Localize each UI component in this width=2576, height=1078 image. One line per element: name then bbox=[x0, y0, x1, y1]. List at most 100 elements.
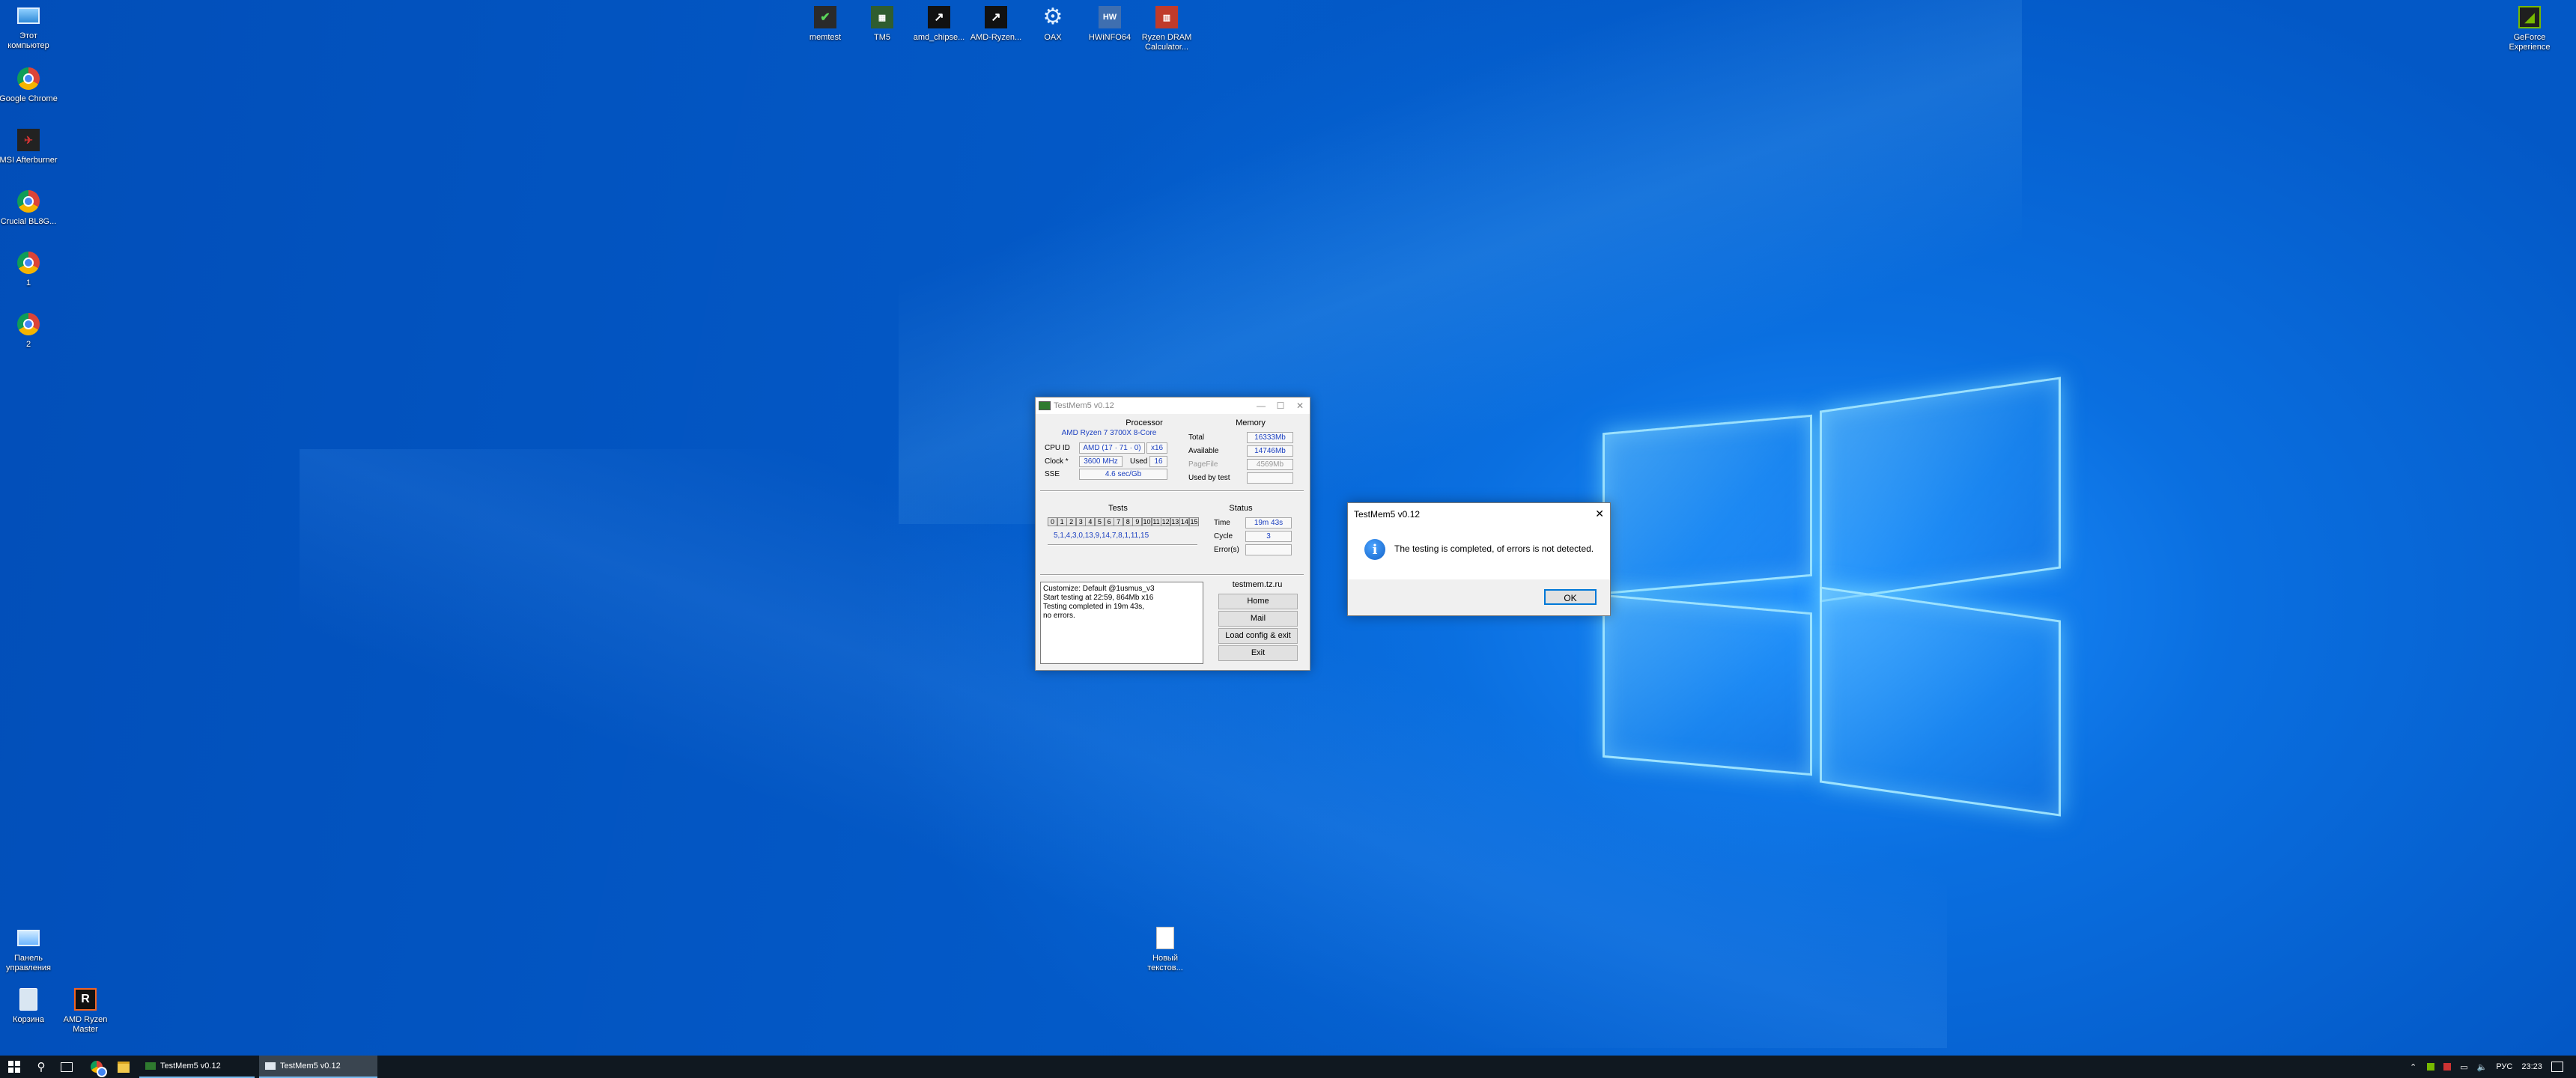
hwinfo-icon: HW bbox=[1099, 6, 1121, 28]
test-number-box: 9 bbox=[1132, 517, 1143, 526]
desktop-icon-hwinfo64[interactable]: HW HWiNFO64 bbox=[1080, 4, 1140, 43]
status-heading: Status bbox=[1229, 504, 1253, 513]
network-icon[interactable]: ▭ bbox=[2460, 1062, 2467, 1072]
desktop-icon-control-panel[interactable]: Панель управления bbox=[0, 925, 58, 973]
message-dialog[interactable]: TestMem5 v0.12 ✕ i The testing is comple… bbox=[1347, 502, 1611, 616]
task-view-icon[interactable] bbox=[54, 1056, 79, 1078]
test-sequence: 5,1,4,3,0,13,9,14,7,8,1,11,15 bbox=[1054, 532, 1149, 540]
afterburner-icon: ✈ bbox=[17, 129, 40, 151]
testmem-titlebar[interactable]: TestMem5 v0.12 — ☐ ✕ bbox=[1036, 398, 1310, 414]
desktop-background: Этот компьютер Google Chrome ✈ MSI After… bbox=[0, 0, 2576, 1056]
desktop-icon-amd-chipset[interactable]: ↗ amd_chipse... bbox=[909, 4, 969, 43]
notifications-icon[interactable] bbox=[2551, 1062, 2563, 1072]
testmem-window[interactable]: TestMem5 v0.12 — ☐ ✕ Processor AMD Ryzen… bbox=[1035, 397, 1310, 671]
test-number-box: 5 bbox=[1095, 517, 1105, 526]
test-number-box: 14 bbox=[1179, 517, 1190, 526]
exit-button[interactable]: Exit bbox=[1218, 645, 1298, 661]
test-number-box: 6 bbox=[1104, 517, 1114, 526]
start-button[interactable] bbox=[0, 1056, 28, 1078]
logo-pane bbox=[1820, 377, 2061, 603]
close-button[interactable]: ✕ bbox=[1290, 398, 1310, 414]
log-line: Start testing at 22:59, 864Mb x16 bbox=[1043, 594, 1154, 602]
chrome-icon bbox=[17, 313, 40, 335]
test-number-box: 13 bbox=[1170, 517, 1180, 526]
desktop-icon-this-pc[interactable]: Этот компьютер bbox=[0, 3, 58, 51]
logo-pane bbox=[1603, 594, 1812, 776]
desktop-icon-geforce[interactable]: ◢ GeForce Experience bbox=[2500, 4, 2560, 52]
amd-icon: ↗ bbox=[985, 6, 1007, 28]
taskbar-item-testmem[interactable]: TestMem5 v0.12 bbox=[139, 1056, 255, 1078]
memory-heading: Memory bbox=[1236, 418, 1266, 427]
threads-value: x16 bbox=[1146, 442, 1167, 454]
file-explorer-icon[interactable] bbox=[111, 1056, 136, 1078]
tm5-icon: ▦ bbox=[871, 6, 893, 28]
info-icon: i bbox=[1364, 539, 1385, 560]
system-tray: ⌃ ▭ 🔈 РУС 23:23 bbox=[2410, 1056, 2563, 1078]
desktop-icon-dram-calculator[interactable]: ▥ Ryzen DRAM Calculator... bbox=[1137, 4, 1197, 52]
desktop-icon-msi-afterburner[interactable]: ✈ MSI Afterburner bbox=[0, 127, 58, 165]
separator bbox=[1040, 490, 1304, 492]
desktop-icon-recycle-bin[interactable]: Корзина bbox=[0, 987, 58, 1025]
chrome-icon bbox=[17, 252, 40, 274]
desktop-icon-2[interactable]: 2 bbox=[0, 311, 58, 350]
dialog-title: TestMem5 v0.12 bbox=[1354, 509, 1421, 520]
logo-pane bbox=[1820, 586, 2061, 817]
log-output[interactable]: Customize: Default @1usmus_v3 Start test… bbox=[1040, 582, 1203, 664]
total-label: Total bbox=[1188, 433, 1205, 442]
desktop-icon-memtest[interactable]: ✔ memtest bbox=[795, 4, 855, 43]
taskbar-item-label: TestMem5 v0.12 bbox=[280, 1062, 341, 1071]
sse-label: SSE bbox=[1045, 470, 1060, 478]
available-label: Available bbox=[1188, 447, 1219, 455]
this-pc-icon bbox=[17, 7, 40, 24]
desktop-icon-oax[interactable]: ⚙ OAX bbox=[1023, 4, 1083, 43]
desktop-icon-amd-ryzen[interactable]: ↗ AMD-Ryzen... bbox=[966, 4, 1026, 43]
test-number-box: 12 bbox=[1161, 517, 1171, 526]
tm5-app-icon bbox=[145, 1062, 156, 1070]
used-label: Used bbox=[1130, 457, 1148, 466]
ryzen-master-icon: R bbox=[74, 988, 97, 1011]
desktop-icon-tm5[interactable]: ▦ TM5 bbox=[852, 4, 912, 43]
window-icon bbox=[265, 1062, 276, 1070]
test-number-box: 10 bbox=[1142, 517, 1152, 526]
desktop-icon-crucial[interactable]: Crucial BL8G... bbox=[0, 189, 58, 227]
testmem-title: TestMem5 v0.12 bbox=[1054, 401, 1114, 410]
memtest-icon: ✔ bbox=[814, 6, 836, 28]
tray-overflow-icon[interactable]: ⌃ bbox=[2410, 1062, 2416, 1072]
tests-heading: Tests bbox=[1108, 504, 1128, 513]
home-button[interactable]: Home bbox=[1218, 594, 1298, 609]
desktop-icon-ryzen-master[interactable]: R AMD Ryzen Master bbox=[55, 987, 115, 1035]
tm5-app-icon bbox=[1039, 401, 1051, 410]
nvidia-tray-icon[interactable] bbox=[2427, 1063, 2435, 1071]
dialog-close-icon[interactable]: ✕ bbox=[1595, 508, 1604, 520]
taskbar-item-label: TestMem5 v0.12 bbox=[160, 1062, 221, 1071]
desktop-icon-google-chrome[interactable]: Google Chrome bbox=[0, 66, 58, 104]
maximize-button[interactable]: ☐ bbox=[1271, 398, 1290, 414]
available-value: 14746Mb bbox=[1247, 445, 1293, 457]
load-config-exit-button[interactable]: Load config & exit bbox=[1218, 628, 1298, 644]
log-line: Customize: Default @1usmus_v3 bbox=[1043, 585, 1155, 593]
taskbar-item-testmem-active[interactable]: TestMem5 v0.12 bbox=[259, 1056, 377, 1078]
total-value: 16333Mb bbox=[1247, 432, 1293, 443]
pagefile-value: 4569Mb bbox=[1247, 459, 1293, 470]
afterburner-tray-icon[interactable] bbox=[2443, 1063, 2452, 1071]
clock[interactable]: 23:23 bbox=[2521, 1062, 2542, 1071]
dialog-titlebar[interactable]: TestMem5 v0.12 ✕ bbox=[1348, 503, 1610, 526]
pagefile-label: PageFile bbox=[1188, 460, 1218, 469]
usedbytest-label: Used by test bbox=[1188, 474, 1230, 482]
windows-logo-wallpaper bbox=[1603, 364, 2067, 838]
language-indicator[interactable]: РУС bbox=[2496, 1062, 2512, 1071]
minimize-button[interactable]: — bbox=[1251, 398, 1271, 414]
sse-value: 4.6 sec/Gb bbox=[1079, 469, 1167, 480]
chrome-taskbar-icon[interactable] bbox=[84, 1056, 109, 1078]
desktop-icon-1[interactable]: 1 bbox=[0, 250, 58, 288]
ok-button[interactable]: OK bbox=[1544, 589, 1597, 605]
desktop-icon-new-text-file[interactable]: Новый текстов... bbox=[1135, 925, 1195, 973]
progress-track bbox=[1048, 544, 1197, 546]
mail-button[interactable]: Mail bbox=[1218, 611, 1298, 627]
time-value: 19m 43s bbox=[1245, 517, 1292, 529]
cycle-label: Cycle bbox=[1214, 532, 1233, 540]
separator bbox=[1040, 574, 1304, 576]
search-icon[interactable]: ⚲ bbox=[28, 1056, 54, 1078]
volume-icon[interactable]: 🔈 bbox=[2477, 1062, 2488, 1072]
cycle-value: 3 bbox=[1245, 531, 1292, 542]
